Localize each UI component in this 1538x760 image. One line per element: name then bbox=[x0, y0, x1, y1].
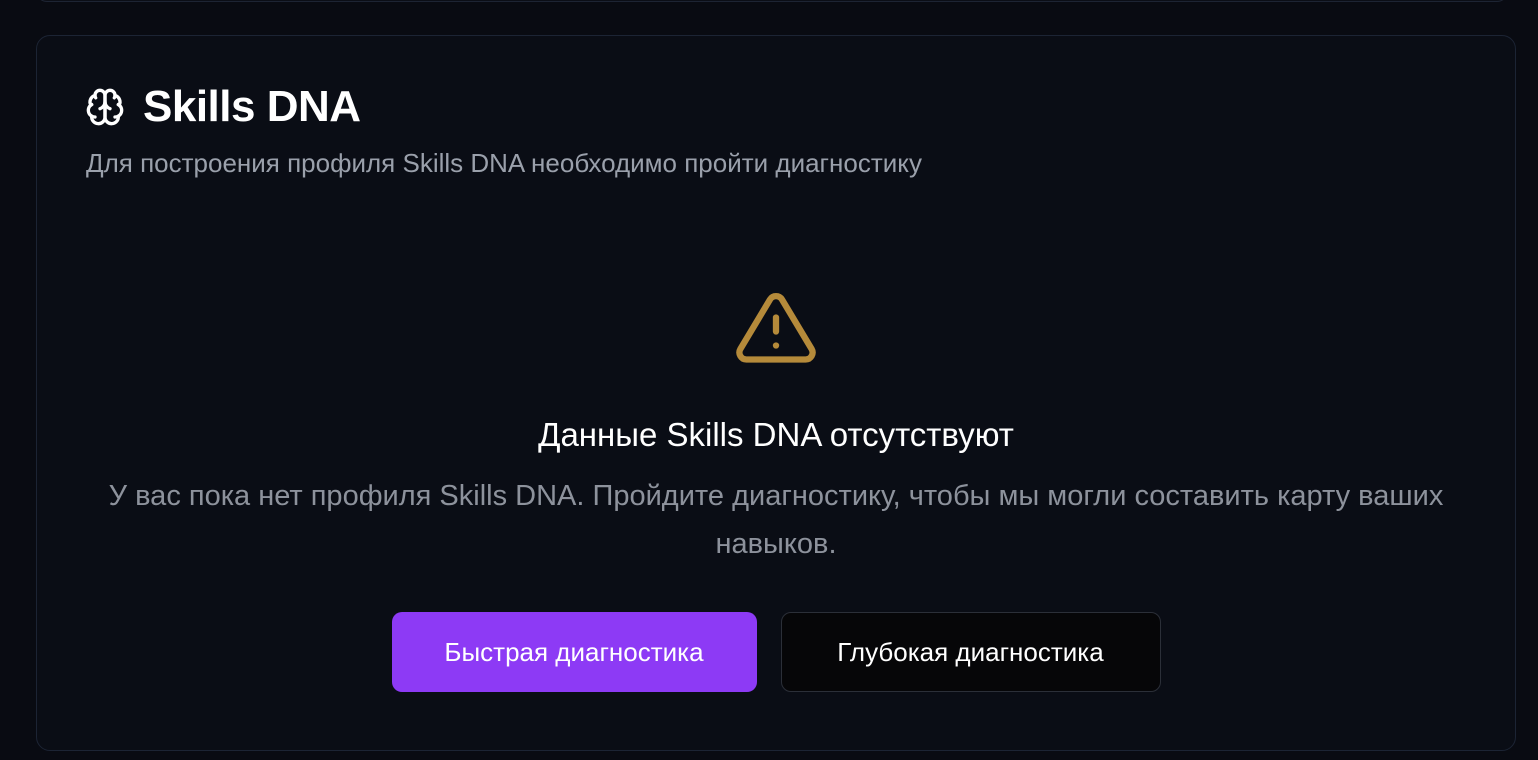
empty-state-title: Данные Skills DNA отсутствуют bbox=[538, 416, 1014, 453]
brain-icon bbox=[85, 87, 125, 127]
action-buttons: Быстрая диагностика Глубокая диагностика bbox=[391, 612, 1161, 692]
previous-card-edge bbox=[36, 0, 1508, 2]
deep-diagnostics-button[interactable]: Глубокая диагностика bbox=[780, 612, 1161, 692]
quick-diagnostics-button[interactable]: Быстрая диагностика bbox=[391, 612, 757, 692]
skills-dna-card: Skills DNA Для построения профиля Skills… bbox=[36, 35, 1516, 751]
card-header: Skills DNA bbox=[85, 82, 361, 132]
warning-triangle-icon bbox=[730, 286, 822, 370]
card-subtitle: Для построения профиля Skills DNA необхо… bbox=[86, 148, 922, 178]
empty-state: Данные Skills DNA отсутствуют У вас пока… bbox=[37, 286, 1515, 692]
card-title: Skills DNA bbox=[143, 82, 361, 131]
empty-state-description: У вас пока нет профиля Skills DNA. Пройд… bbox=[108, 480, 1444, 560]
